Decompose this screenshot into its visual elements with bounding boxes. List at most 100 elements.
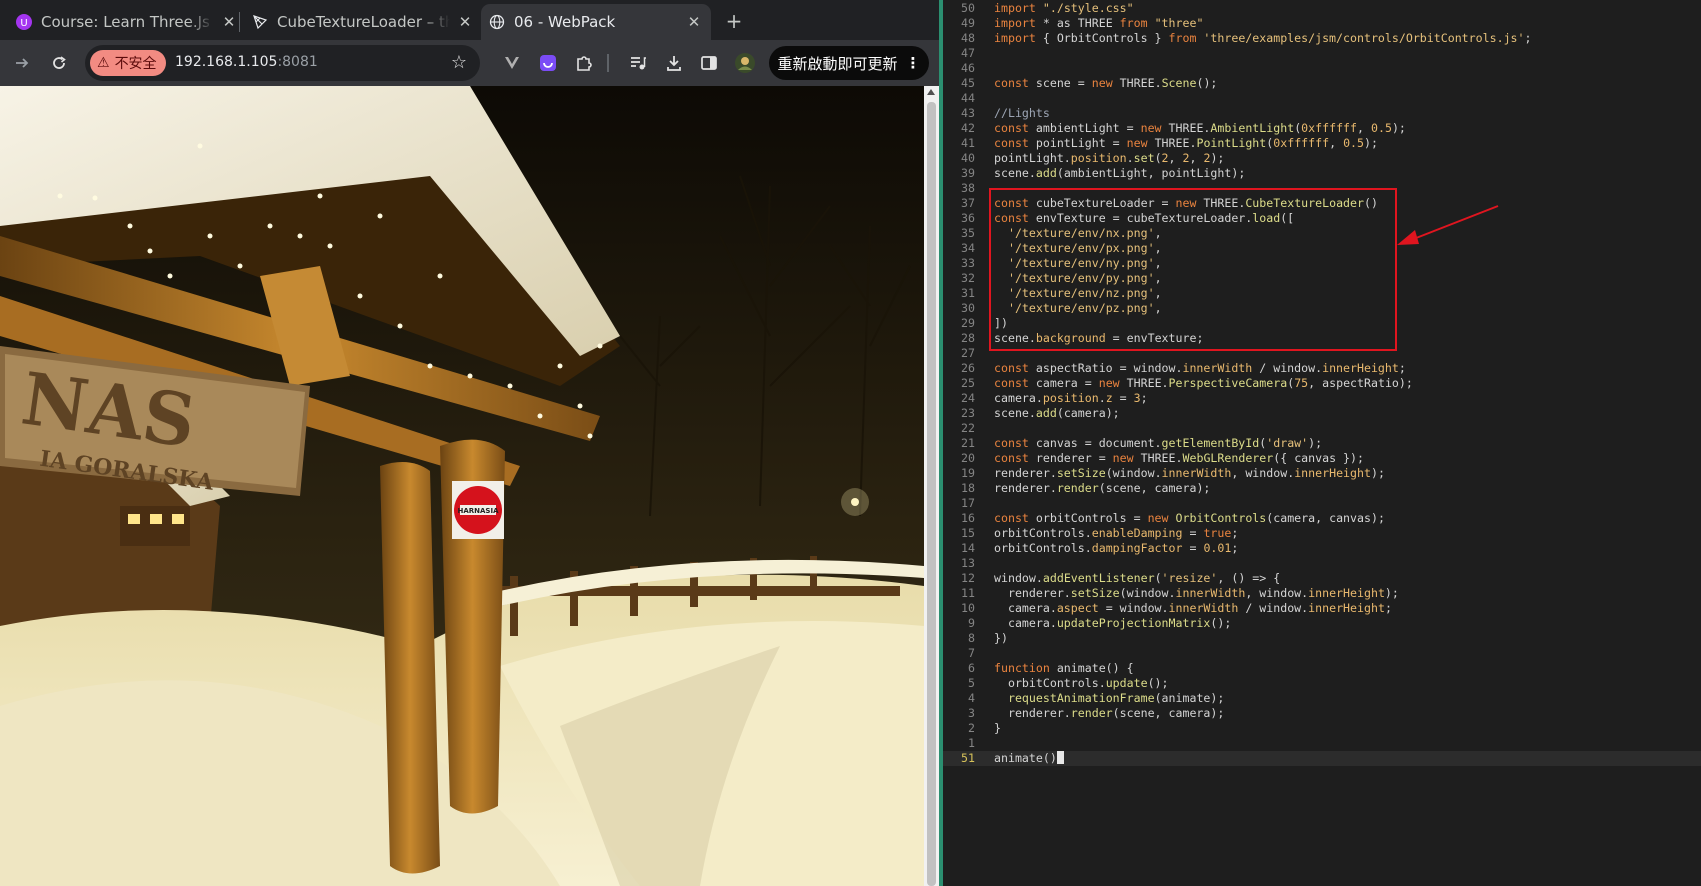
code-line[interactable]: 3 renderer.render(scene, camera); [943, 706, 1701, 721]
line-number: 49 [961, 16, 975, 30]
code-text: const camera = new THREE.PerspectiveCame… [994, 376, 1413, 390]
code-line[interactable]: 18 renderer.render(scene, camera); [943, 481, 1701, 496]
warning-icon: ⚠ [97, 55, 110, 71]
scroll-up-arrow-icon[interactable] [927, 89, 935, 95]
code-text: //Lights [994, 106, 1050, 120]
code-editor[interactable]: 50 import "./style.css" 49 import * as THRE… [943, 0, 1701, 886]
download-icon[interactable] [662, 51, 686, 75]
vertical-scrollbar[interactable] [924, 86, 939, 886]
tab-close-icon[interactable]: ✕ [220, 13, 238, 31]
code-line[interactable]: 2} [943, 721, 1701, 736]
profile-avatar[interactable] [733, 51, 757, 75]
code-line[interactable]: 19 renderer.setSize(window.innerWidth, wi… [943, 466, 1701, 481]
tab-cubetextureloader[interactable]: CubeTextureLoader – thr ✕ [244, 4, 482, 40]
code-line[interactable]: 40 pointLight.position.set(2, 2, 2); [943, 151, 1701, 166]
line-number: 12 [961, 571, 975, 585]
code-line[interactable]: 45 const scene = new THREE.Scene(); [943, 76, 1701, 91]
code-line[interactable]: 44 [943, 91, 1701, 106]
code-line[interactable]: 24 camera.position.z = 3; [943, 391, 1701, 406]
code-line[interactable]: 21 const canvas = document.getElementById… [943, 436, 1701, 451]
line-number: 24 [961, 391, 975, 405]
code-line[interactable]: 42 const ambientLight = new THREE.Ambient… [943, 121, 1701, 136]
reload-icon[interactable] [47, 51, 71, 75]
tab-udemy-course[interactable]: U Course: Learn Three.Js a ✕ [8, 4, 246, 40]
code-line[interactable]: 12 window.addEventListener('resize', () =… [943, 571, 1701, 586]
code-line[interactable]: 14 orbitControls.dampingFactor = 0.01; [943, 541, 1701, 556]
code-line[interactable]: 17 [943, 496, 1701, 511]
code-text: renderer.render(scene, camera); [994, 481, 1211, 495]
vue-devtools-icon[interactable] [500, 51, 524, 75]
code-line[interactable]: 4 requestAnimationFrame(animate); [943, 691, 1701, 706]
code-line[interactable]: 43 //Lights [943, 106, 1701, 121]
line-number: 25 [961, 376, 975, 390]
tab-webpack[interactable]: 06 - WebPack ✕ [481, 4, 711, 40]
tab-close-icon[interactable]: ✕ [685, 13, 703, 31]
security-warning-chip[interactable]: ⚠ 不安全 [90, 50, 166, 76]
code-line[interactable]: 23 scene.add(camera); [943, 406, 1701, 421]
scrollbar-thumb[interactable] [927, 102, 936, 886]
extensions-puzzle-icon[interactable] [572, 51, 596, 75]
line-number: 18 [961, 481, 975, 495]
code-line[interactable]: 5 orbitControls.update(); [943, 676, 1701, 691]
code-text: requestAnimationFrame(animate); [1007, 691, 1225, 705]
browser-toolbar: ⚠ 不安全 192.168.1.105:8081 ☆ 重新啟動即可更新 ⋮ [0, 40, 939, 86]
line-number: 38 [961, 181, 975, 195]
code-line[interactable]: 47 [943, 46, 1701, 61]
code-line[interactable]: 50 import "./style.css" [943, 1, 1701, 16]
code-line[interactable]: 16 const orbitControls = new OrbitControl… [943, 511, 1701, 526]
bookmark-star-icon[interactable]: ☆ [447, 51, 471, 75]
code-line[interactable]: 9 camera.updateProjectionMatrix(); [943, 616, 1701, 631]
code-line[interactable]: 25 const camera = new THREE.PerspectiveCa… [943, 376, 1701, 391]
relaunch-update-button[interactable]: 重新啟動即可更新 ⋮ [769, 46, 929, 80]
code-line[interactable]: 26 const aspectRatio = window.innerWidth … [943, 361, 1701, 376]
tab-separator [239, 12, 240, 32]
line-number: 2 [968, 721, 975, 735]
code-line[interactable]: 6 function animate() { [943, 661, 1701, 676]
line-number: 17 [961, 496, 975, 510]
code-line[interactable]: 39 scene.add(ambientLight, pointLight); [943, 166, 1701, 181]
line-number: 28 [961, 331, 975, 345]
code-line[interactable]: 10 camera.aspect = window.innerWidth / w… [943, 601, 1701, 616]
line-number: 4 [968, 691, 975, 705]
line-number: 23 [961, 406, 975, 420]
code-text: import { OrbitControls } from 'three/exa… [994, 31, 1532, 45]
code-text: import * as THREE from "three" [994, 16, 1204, 30]
line-number: 33 [961, 256, 975, 270]
tab-title: CubeTextureLoader – thr [277, 13, 450, 31]
code-text: window.addEventListener('resize', () => … [994, 571, 1281, 585]
more-menu-icon[interactable]: ⋮ [906, 54, 921, 72]
code-line[interactable]: 15 orbitControls.enableDamping = true; [943, 526, 1701, 541]
line-number: 13 [961, 556, 975, 570]
highlight-annotation-box [989, 188, 1397, 351]
code-line[interactable]: 7 [943, 646, 1701, 661]
code-line[interactable]: 46 [943, 61, 1701, 76]
relaunch-update-label: 重新啟動即可更新 [777, 54, 898, 73]
code-text: const pointLight = new THREE.PointLight(… [994, 136, 1378, 150]
new-tab-button[interactable]: + [722, 9, 746, 33]
tab-title: 06 - WebPack [514, 13, 616, 31]
line-number: 37 [961, 196, 975, 210]
code-line[interactable]: 51 animate() [943, 751, 1701, 766]
code-text: const orbitControls = new OrbitControls(… [994, 511, 1385, 525]
webgl-canvas[interactable]: NAS IA GORALSKA HARNASIA [0, 86, 924, 886]
line-number: 29 [961, 316, 975, 330]
code-line[interactable]: 13 [943, 556, 1701, 571]
code-line[interactable]: 22 [943, 421, 1701, 436]
code-line[interactable]: 49 import * as THREE from "three" [943, 16, 1701, 31]
code-line[interactable]: 11 renderer.setSize(window.innerWidth, w… [943, 586, 1701, 601]
media-queue-icon[interactable] [626, 51, 650, 75]
code-line[interactable]: 48 import { OrbitControls } from 'three/e… [943, 31, 1701, 46]
line-number: 6 [968, 661, 975, 675]
side-panel-icon[interactable] [697, 51, 721, 75]
forward-icon[interactable] [10, 51, 34, 75]
line-number: 45 [961, 76, 975, 90]
code-line[interactable]: 1 [943, 736, 1701, 751]
url-text[interactable]: 192.168.1.105:8081 [175, 54, 318, 70]
tab-close-icon[interactable]: ✕ [456, 13, 474, 31]
code-line[interactable]: 8}) [943, 631, 1701, 646]
code-line[interactable]: 20 const renderer = new THREE.WebGLRender… [943, 451, 1701, 466]
extension-purple-icon[interactable] [536, 51, 560, 75]
code-line[interactable]: 41 const pointLight = new THREE.PointLigh… [943, 136, 1701, 151]
line-number: 34 [961, 241, 975, 255]
address-bar[interactable]: ⚠ 不安全 192.168.1.105:8081 ☆ [85, 45, 480, 81]
